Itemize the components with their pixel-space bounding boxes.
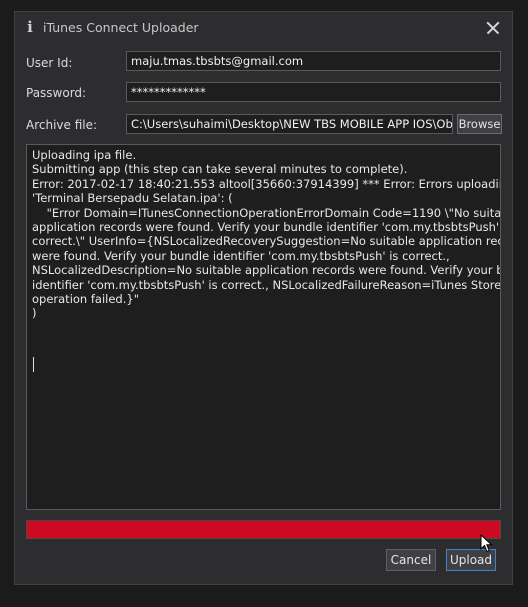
progress-fill [27,521,500,538]
log-line: Uploading ipa file. [32,148,137,162]
mouse-pointer-icon [480,534,493,553]
text-caret [33,357,34,372]
log-line: NSLocalizedDescription=No suitable appli… [32,263,501,278]
log-line: ) [32,306,37,321]
cancel-button[interactable]: Cancel [386,549,436,571]
log-line: 'Terminal Bersepadu Selatan.ipa': ( [32,191,233,206]
browse-button[interactable]: Browse [457,114,502,134]
close-icon[interactable] [482,17,504,39]
log-line: Submitting app (this step can take sever… [32,162,408,177]
log-line: operation failed.}" [32,292,139,307]
upload-progress-bar [26,520,501,539]
password-field[interactable]: ************* [126,82,501,102]
password-label: Password: [26,86,87,100]
user-id-label: User Id: [26,56,73,70]
window-title: iTunes Connect Uploader [43,20,199,35]
uploader-window: i iTunes Connect Uploader User Id: maju.… [14,11,513,585]
archive-file-label: Archive file: [26,118,98,132]
log-line: identifier 'com.my.tbsbtsPush' is correc… [32,277,501,292]
output-log[interactable]: Uploading ipa file. Submitting app (this … [26,144,501,510]
log-line: were found. Verify your bundle identifie… [32,248,450,263]
log-line: Error: 2017-02-17 18:40:21.553 altool[35… [32,176,501,191]
user-id-field[interactable]: maju.tmas.tbsbts@gmail.com [126,51,501,71]
log-line: correct.\" UserInfo={NSLocalizedRecovery… [32,234,501,249]
info-i-icon: i [27,18,33,36]
archive-file-field[interactable]: C:\Users\suhaimi\Desktop\NEW TBS MOBILE … [126,114,453,134]
log-line: "Error Domain=ITunesConnectionOperationE… [32,205,501,220]
title-bar[interactable]: i iTunes Connect Uploader [15,12,512,44]
log-line: application records were found. Verify y… [32,220,501,235]
